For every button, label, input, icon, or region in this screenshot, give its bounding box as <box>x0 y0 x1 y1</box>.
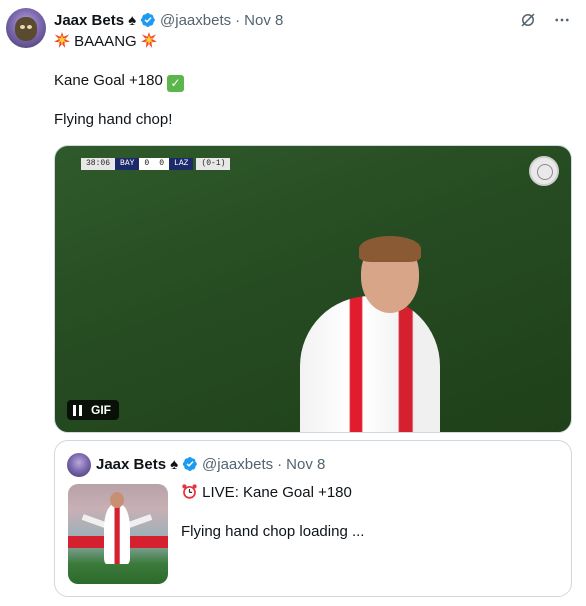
tweet-line-2: Kane Goal +180 ✓ <box>54 71 554 92</box>
line-spacer <box>181 503 561 522</box>
grok-icon[interactable] <box>518 10 538 30</box>
quote-author-name: Jaax Bets <box>96 455 167 473</box>
scorebug-home: BAY <box>115 158 140 170</box>
separator-dot: · <box>277 455 283 473</box>
quote-text: LIVE: Kane Goal +180 Flying hand chop lo… <box>181 483 561 542</box>
collision-emoji-icon <box>54 32 70 48</box>
author-avatar[interactable] <box>6 8 46 48</box>
tweet-date[interactable]: Nov 8 <box>244 12 283 29</box>
pause-icon[interactable] <box>73 404 83 416</box>
quoted-tweet[interactable]: Jaax Bets ♠ @jaaxbets · Nov 8 LIVE: Kane… <box>54 440 572 597</box>
thumbnail-arm <box>127 514 153 528</box>
tweet-line-1: BAAANG <box>54 32 554 52</box>
player-figure <box>300 296 440 432</box>
quote-line-1-text: LIVE: Kane Goal +180 <box>202 484 352 501</box>
tweet-line-2-text: Kane Goal +180 <box>54 72 163 89</box>
scorebug-clock: 38:06 <box>81 158 116 170</box>
more-icon[interactable] <box>552 10 572 30</box>
separator-dot: · <box>235 11 241 29</box>
verified-badge-icon <box>182 457 197 471</box>
line-spacer <box>54 52 554 71</box>
avatar-face <box>15 17 37 41</box>
thumbnail-arm <box>81 514 107 528</box>
scorebug: 38:06 BAY 0 0 LAZ (0-1) <box>81 158 231 170</box>
tweet-header: Jaax Bets ♠ @jaaxbets · Nov 8 <box>54 10 283 30</box>
check-mark-emoji-icon: ✓ <box>167 75 185 92</box>
alarm-clock-emoji-icon <box>182 484 197 499</box>
spade-icon: ♠ <box>170 455 179 473</box>
quote-header: Jaax Bets ♠ @jaaxbets · Nov 8 <box>96 454 325 474</box>
grok-icon-glyph <box>521 13 535 27</box>
gif-label: GIF <box>91 403 111 417</box>
more-icon-glyph <box>555 18 569 22</box>
quote-line-1: LIVE: Kane Goal +180 <box>181 483 561 503</box>
tweet-text: BAAANG Kane Goal +180 ✓ Flying hand chop… <box>54 32 554 130</box>
author-handle[interactable]: @jaaxbets <box>160 12 231 29</box>
tweet-line-3: Flying hand chop! <box>54 111 173 128</box>
avatar-eye <box>27 25 32 29</box>
line-spacer <box>54 91 554 110</box>
thumbnail-player <box>104 504 130 564</box>
quote-author-avatar <box>67 453 91 477</box>
quote-author-handle: @jaaxbets <box>202 455 274 473</box>
tweet-line-1-text: BAAANG <box>74 33 137 50</box>
spade-icon: ♠ <box>128 11 137 29</box>
verified-badge-icon[interactable] <box>140 12 156 28</box>
quote-thumbnail <box>68 484 168 584</box>
player-hair <box>359 236 421 262</box>
tweet-actions <box>518 10 572 30</box>
scorebug-home-score: 0 <box>139 158 155 170</box>
scorebug-away: LAZ <box>169 158 194 170</box>
avatar-eye <box>20 25 25 29</box>
collision-emoji-icon <box>140 32 157 48</box>
thumbnail-player-head <box>110 492 124 508</box>
author-name[interactable]: Jaax Bets <box>54 12 124 29</box>
quote-line-2: Flying hand chop loading ... <box>181 523 365 540</box>
scorebug-away-score: 0 <box>154 158 170 170</box>
scorebug-aggregate: (0-1) <box>196 158 231 170</box>
gif-media[interactable]: 38:06 BAY 0 0 LAZ (0-1) GIF <box>54 145 572 433</box>
gif-badge[interactable]: GIF <box>67 400 119 420</box>
quote-date: Nov 8 <box>286 455 326 473</box>
club-crest-logo <box>529 156 559 186</box>
